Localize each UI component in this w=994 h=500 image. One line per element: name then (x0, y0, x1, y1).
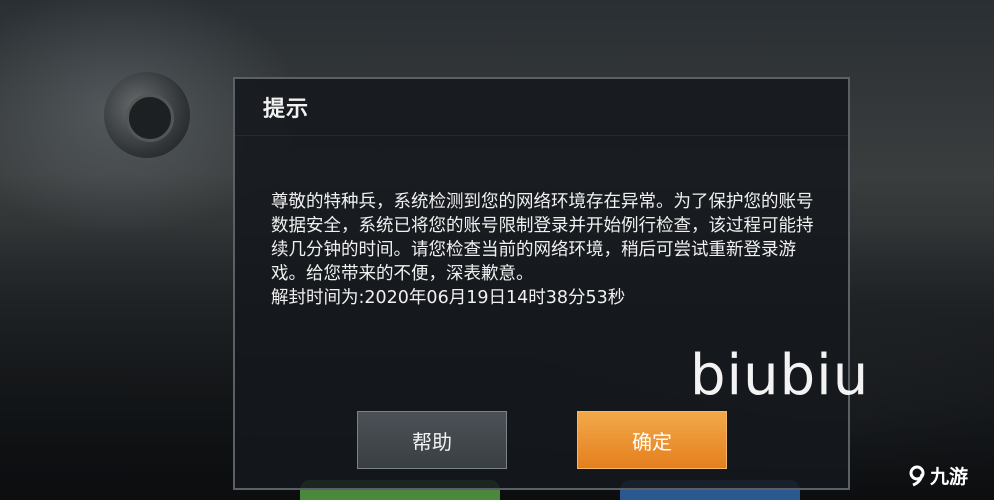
unlock-time: 解封时间为:2020年06月19日14时38分53秒 (271, 288, 626, 308)
notice-dialog: 提示 尊敬的特种兵，系统检测到您的网络环境存在异常。为了保护您的账号数据安全，系… (233, 77, 850, 490)
help-button-label: 帮助 (412, 429, 452, 454)
background-device-lens (126, 94, 174, 142)
jiuyou-logo: 九游 (906, 462, 968, 489)
dialog-body: 尊敬的特种兵，系统检测到您的网络环境存在异常。为了保护您的账号数据安全，系统已将… (271, 190, 823, 310)
9-logo-icon (909, 465, 925, 486)
help-button[interactable]: 帮助 (357, 411, 507, 469)
dialog-header: 提示 (235, 79, 848, 136)
logo-text: 九游 (930, 466, 969, 488)
biubiu-watermark: biubiu (690, 343, 870, 408)
confirm-button-label: 确定 (632, 429, 672, 454)
confirm-button[interactable]: 确定 (577, 411, 727, 469)
dialog-title: 提示 (263, 97, 310, 122)
dialog-message: 尊敬的特种兵，系统检测到您的网络环境存在异常。为了保护您的账号数据安全，系统已将… (271, 192, 814, 284)
